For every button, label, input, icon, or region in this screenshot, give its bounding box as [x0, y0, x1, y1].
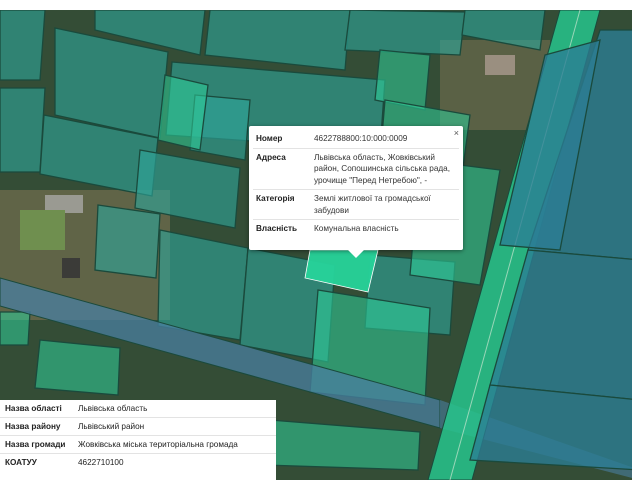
table-row: Адреса Львівська область, Жовківський ра… [253, 147, 459, 190]
category-label: Категорія [253, 189, 311, 220]
table-row: Назва району Львівський район [0, 417, 276, 436]
region-label: Назва області [5, 404, 62, 413]
building [20, 210, 65, 250]
region-value: Львівська область [78, 404, 148, 413]
ownership-label: Власність [253, 219, 311, 238]
community-label: Назва громади [0, 435, 73, 454]
table-row: Номер 4622788800:10:000:0009 [253, 130, 459, 148]
community-value: Жовківська міська територіальна громада [73, 435, 276, 454]
address-value: Львівська область, Жовківський район, Со… [311, 147, 459, 190]
ownership-value: Комунальна власність [311, 219, 459, 238]
parcel[interactable] [34, 339, 121, 396]
parcel-info-popup: × Номер 4622788800:10:000:0009 Адреса Ль… [249, 126, 463, 258]
building [485, 55, 515, 75]
table-row: КОАТУУ 4622710100 [0, 453, 276, 471]
building [62, 258, 80, 278]
parcel[interactable] [0, 311, 31, 346]
parcel[interactable] [157, 229, 249, 341]
region-info-panel: Назва області Львівська область Назва ра… [0, 400, 276, 480]
koatuu-value: 4622710100 [73, 453, 276, 471]
parcel-info-table: Номер 4622788800:10:000:0009 Адреса Льві… [253, 130, 459, 238]
region-info-table: Назва області Львівська область Назва ра… [0, 400, 276, 471]
map-edge-top [0, 0, 640, 10]
number-value: 4622788800:10:000:0009 [314, 134, 408, 143]
koatuu-label: КОАТУУ [0, 453, 73, 471]
map-edge-right [632, 0, 640, 480]
parcel[interactable] [344, 9, 466, 56]
number-label: Номер [256, 134, 283, 143]
district-value: Львівський район [73, 417, 276, 436]
table-row: Категорія Землі житлової та громадської … [253, 189, 459, 220]
popup-pointer [348, 250, 364, 258]
parcel[interactable] [0, 9, 46, 81]
table-row: Назва громади Жовківська міська територі… [0, 435, 276, 454]
district-label: Назва району [0, 417, 73, 436]
close-icon[interactable]: × [454, 128, 459, 138]
parcel[interactable] [374, 49, 431, 111]
table-row: Власність Комунальна власність [253, 219, 459, 238]
table-row: Назва області Львівська область [0, 400, 276, 418]
category-value: Землі житлової та громадської забудови [311, 189, 459, 220]
parcel[interactable] [94, 204, 161, 279]
parcel[interactable] [0, 87, 46, 173]
parcel[interactable] [157, 74, 209, 151]
address-label: Адреса [253, 147, 311, 190]
parcel[interactable] [469, 384, 640, 471]
